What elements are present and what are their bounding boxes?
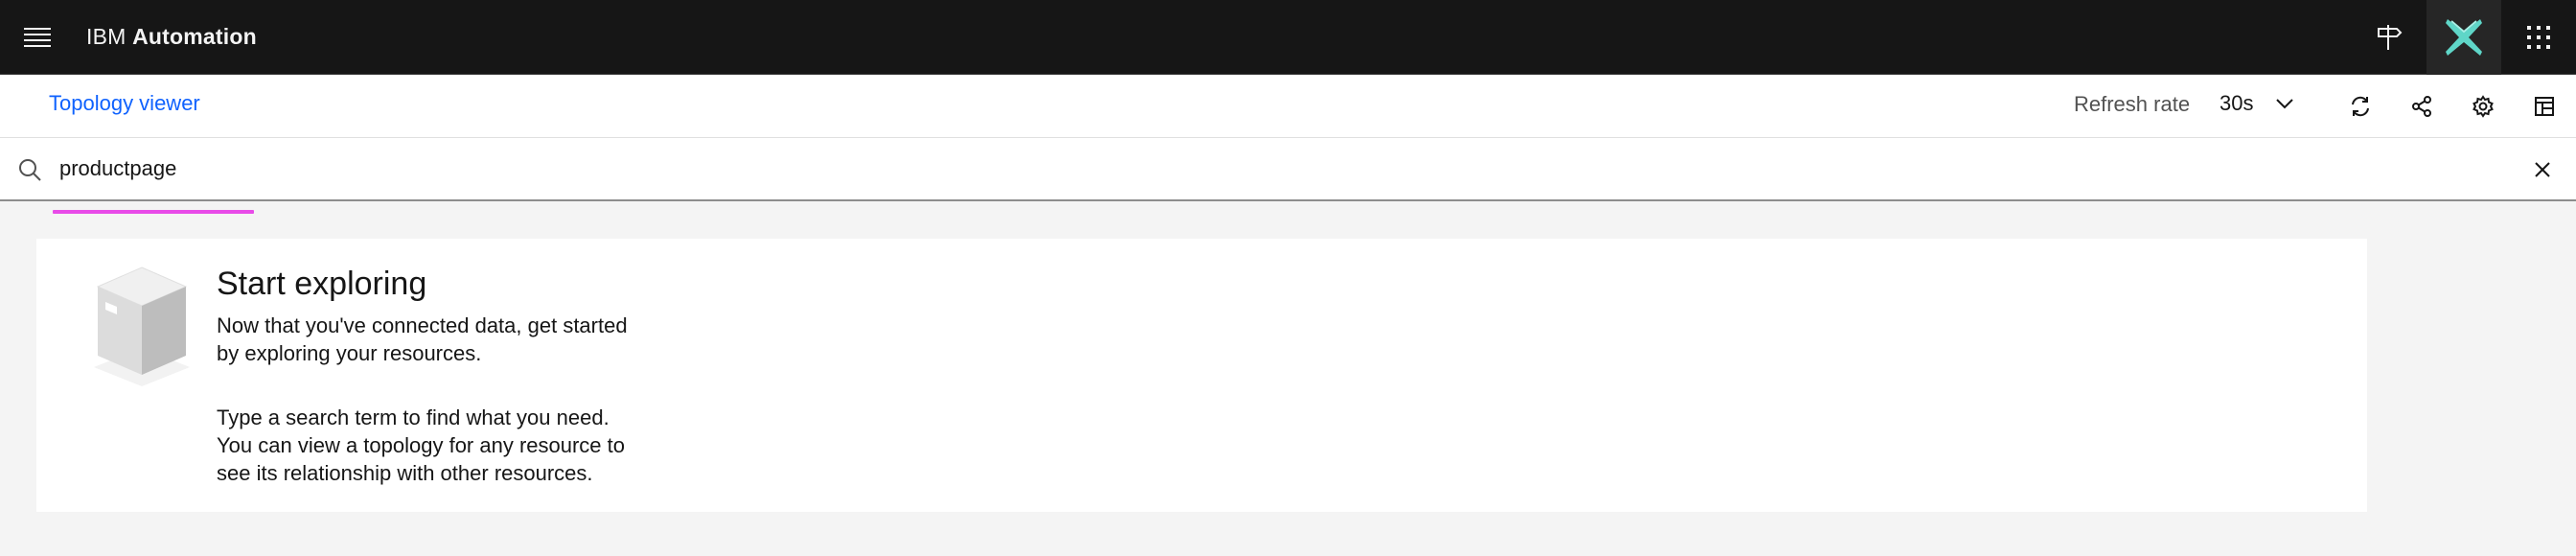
empty-state-title: Start exploring: [217, 266, 427, 302]
refresh-rate-value: 30s: [2220, 91, 2254, 115]
share-icon[interactable]: [2396, 81, 2448, 132]
signpost-icon[interactable]: [2352, 0, 2426, 75]
layout-icon[interactable]: [2518, 81, 2570, 132]
settings-icon[interactable]: [2457, 81, 2509, 132]
intro-line-2: by exploring your resources.: [217, 341, 482, 365]
product-name[interactable]: IBM Automation: [86, 24, 257, 50]
box-illustration-icon: [84, 264, 199, 388]
refresh-rate-dropdown[interactable]: 30s: [2210, 81, 2306, 127]
search-icon: [17, 157, 42, 182]
help-line-3: see its relationship with other resource…: [217, 461, 593, 485]
brand-name: Automation: [132, 24, 257, 49]
refresh-rate-label: Refresh rate: [2074, 92, 2191, 116]
refresh-icon[interactable]: [2334, 81, 2386, 132]
search-focus-indicator: [53, 210, 254, 214]
page-toolbar: Topology viewer Refresh rate 30s: [0, 75, 2576, 138]
help-line-2: You can view a topology for any resource…: [217, 433, 626, 457]
empty-state-help: Type a search term to find what you need…: [217, 404, 696, 487]
intro-line-1: Now that you've connected data, get star…: [217, 313, 628, 337]
search-input[interactable]: [59, 146, 2513, 192]
header-actions: [2352, 0, 2576, 75]
help-line-1: Type a search term to find what you need…: [217, 405, 610, 429]
chevron-down-icon: [2276, 98, 2294, 109]
app-switcher-grid-icon[interactable]: [2501, 0, 2576, 75]
empty-state-card: Start exploring Now that you've connecte…: [36, 239, 2367, 512]
brand-prefix: IBM: [86, 24, 126, 49]
empty-state-intro: Now that you've connected data, get star…: [217, 312, 696, 367]
search-bar: [0, 138, 2576, 201]
close-icon[interactable]: [2526, 153, 2559, 186]
global-header: IBM Automation: [0, 0, 2576, 75]
ai-assistant-x-icon[interactable]: [2426, 0, 2501, 75]
breadcrumb-topology-viewer[interactable]: Topology viewer: [49, 91, 200, 116]
hamburger-menu-icon[interactable]: [0, 0, 75, 75]
